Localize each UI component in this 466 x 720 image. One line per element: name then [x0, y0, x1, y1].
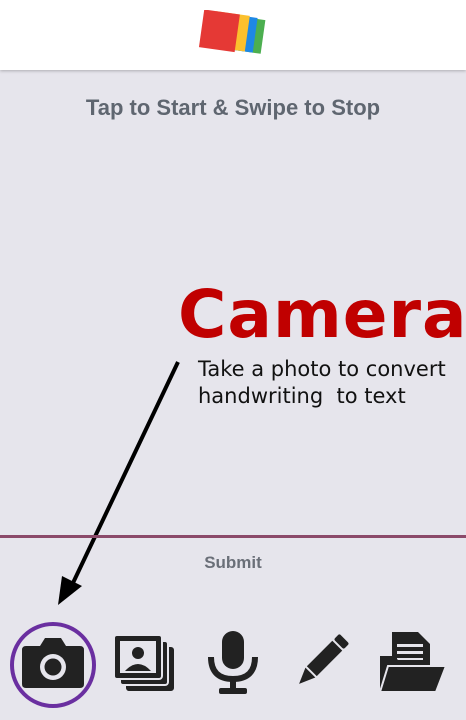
- pencil-icon: [299, 634, 349, 684]
- submit-button[interactable]: Submit: [0, 553, 466, 573]
- folder-icon: [378, 632, 448, 693]
- camera-button[interactable]: [10, 612, 96, 712]
- gallery-icon: [113, 634, 174, 691]
- pencil-button[interactable]: [278, 612, 364, 712]
- gallery-button[interactable]: [102, 612, 188, 712]
- camera-icon: [22, 638, 84, 688]
- files-button[interactable]: [370, 612, 456, 712]
- bottom-toolbar: [0, 612, 466, 720]
- microphone-icon: [208, 631, 258, 694]
- divider-line: [0, 535, 466, 538]
- microphone-button[interactable]: [190, 612, 276, 712]
